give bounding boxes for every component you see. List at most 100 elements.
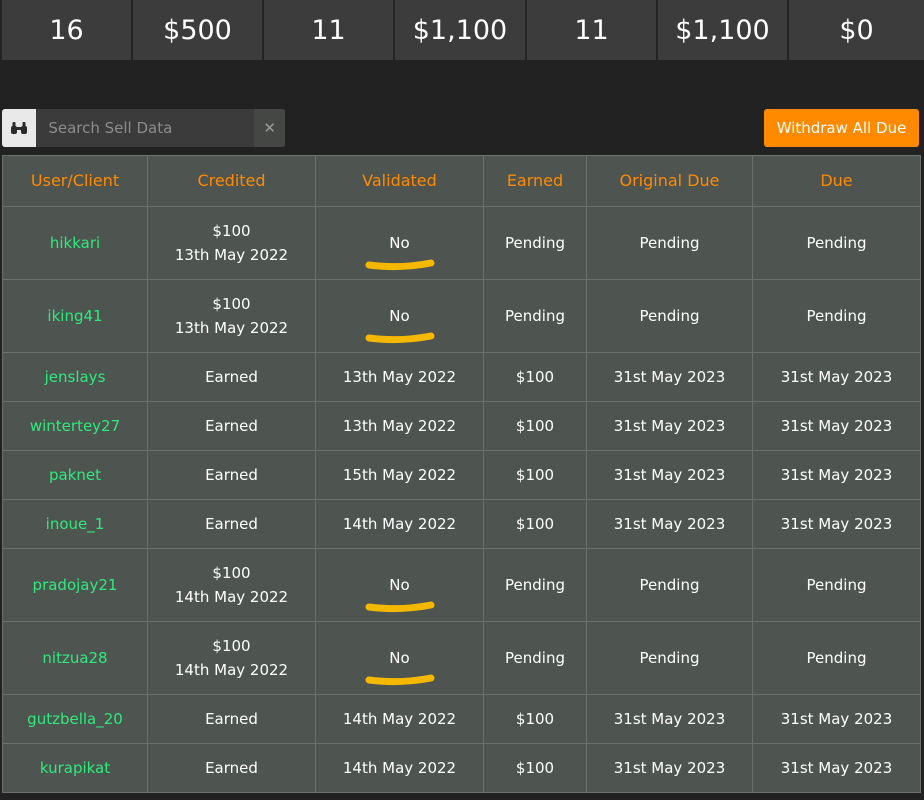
validated-value: No — [389, 234, 410, 252]
binoculars-icon — [11, 122, 28, 134]
stat-earned-amount: $1,100 — [656, 0, 787, 60]
validated-value: 13th May 2022 — [342, 368, 457, 386]
user-client-link[interactable]: hikkari — [2, 206, 148, 280]
validated-cell: 13th May 2022 — [315, 352, 484, 402]
credited-date: 14th May 2022 — [174, 661, 289, 679]
user-client-link[interactable]: jenslays — [2, 352, 148, 402]
original-due-cell: Pending — [586, 621, 753, 695]
user-client-link[interactable]: wintertey27 — [2, 401, 148, 451]
search-button[interactable] — [2, 109, 37, 147]
table-row: wintertey27 Earned 13th May 2022 $100 31st M… — [2, 401, 921, 451]
stat-earned-count: 11 — [525, 0, 656, 60]
original-due-cell: Pending — [586, 548, 753, 622]
highlight-underline — [365, 674, 434, 686]
credited-cell: Earned — [147, 743, 316, 793]
credited-cell: $100 14th May 2022 — [147, 548, 316, 622]
user-client-link[interactable]: paknet — [2, 450, 148, 500]
stat-total-credited: $500 — [131, 0, 262, 60]
column-header-original-due[interactable]: Original Due — [586, 155, 753, 207]
table-row: kurapikat Earned 14th May 2022 $100 31st May… — [2, 743, 921, 793]
credited-date: 13th May 2022 — [174, 246, 289, 264]
user-client-link[interactable]: pradojay21 — [2, 548, 148, 622]
credited-cell: $100 13th May 2022 — [147, 279, 316, 353]
clear-search-button[interactable]: ✕ — [254, 109, 285, 147]
earned-cell: $100 — [483, 694, 587, 744]
validated-value: 14th May 2022 — [342, 515, 457, 533]
validated-value: No — [389, 307, 410, 325]
credited-cell: Earned — [147, 450, 316, 500]
user-client-link[interactable]: nitzua28 — [2, 621, 148, 695]
earned-cell: Pending — [483, 621, 587, 695]
column-header-validated[interactable]: Validated — [315, 155, 484, 207]
credited-amount: Earned — [205, 759, 258, 777]
original-due-cell: 31st May 2023 — [586, 450, 753, 500]
table-row: iking41 $100 13th May 2022 No Pending Pending… — [2, 279, 921, 353]
search-input[interactable] — [36, 109, 255, 147]
due-cell: 31st May 2023 — [752, 401, 921, 451]
column-header-credited[interactable]: Credited — [147, 155, 316, 207]
due-cell: Pending — [752, 279, 921, 353]
search-bar: ✕ — [2, 109, 285, 147]
table-row: nitzua28 $100 14th May 2022 No Pending Pendin… — [2, 621, 921, 695]
highlight-underline — [365, 601, 434, 613]
due-cell: 31st May 2023 — [752, 450, 921, 500]
validated-value: 14th May 2022 — [342, 710, 457, 728]
user-name[interactable]: inoue_1 — [46, 515, 105, 533]
original-due-cell: 31st May 2023 — [586, 694, 753, 744]
credited-amount: Earned — [205, 368, 258, 386]
earned-cell: $100 — [483, 743, 587, 793]
earned-cell: Pending — [483, 548, 587, 622]
validated-cell: 15th May 2022 — [315, 450, 484, 500]
user-name[interactable]: nitzua28 — [42, 649, 107, 667]
column-header-user[interactable]: User/Client — [2, 155, 148, 207]
validated-cell: 14th May 2022 — [315, 694, 484, 744]
validated-value: 15th May 2022 — [342, 466, 457, 484]
credited-amount: Earned — [205, 466, 258, 484]
table-row: gutzbella_20 Earned 14th May 2022 $100 31st … — [2, 694, 921, 744]
user-name[interactable]: wintertey27 — [30, 417, 120, 435]
due-cell: Pending — [752, 548, 921, 622]
original-due-cell: 31st May 2023 — [586, 743, 753, 793]
user-client-link[interactable]: iking41 — [2, 279, 148, 353]
due-cell: 31st May 2023 — [752, 499, 921, 549]
user-name[interactable]: jenslays — [45, 368, 106, 386]
due-cell: Pending — [752, 206, 921, 280]
due-cell: 31st May 2023 — [752, 694, 921, 744]
original-due-cell: 31st May 2023 — [586, 352, 753, 402]
user-name[interactable]: pradojay21 — [33, 576, 118, 594]
close-icon: ✕ — [263, 119, 276, 137]
stat-validated-amount: $1,100 — [393, 0, 525, 60]
credited-amount: $100 — [212, 295, 251, 313]
credited-cell: Earned — [147, 352, 316, 402]
validated-cell: No — [315, 279, 484, 353]
credited-amount: Earned — [205, 710, 258, 728]
earned-cell: $100 — [483, 401, 587, 451]
validated-cell: 14th May 2022 — [315, 743, 484, 793]
original-due-cell: Pending — [586, 279, 753, 353]
validated-cell: No — [315, 621, 484, 695]
user-client-link[interactable]: kurapikat — [2, 743, 148, 793]
user-client-link[interactable]: gutzbella_20 — [2, 694, 148, 744]
earned-cell: $100 — [483, 352, 587, 402]
user-name[interactable]: iking41 — [47, 307, 102, 325]
withdraw-all-due-button[interactable]: Withdraw All Due — [764, 109, 919, 147]
validated-cell: No — [315, 206, 484, 280]
original-due-cell: 31st May 2023 — [586, 499, 753, 549]
user-client-link[interactable]: inoue_1 — [2, 499, 148, 549]
user-name[interactable]: paknet — [49, 466, 101, 484]
original-due-cell: 31st May 2023 — [586, 401, 753, 451]
stat-total-sales: 16 — [0, 0, 131, 60]
table-row: jenslays Earned 13th May 2022 $100 31st May … — [2, 352, 921, 402]
column-header-earned[interactable]: Earned — [483, 155, 587, 207]
user-name[interactable]: kurapikat — [40, 759, 110, 777]
earned-cell: $100 — [483, 499, 587, 549]
table-row: pradojay21 $100 14th May 2022 No Pending Pend… — [2, 548, 921, 622]
credited-date: 13th May 2022 — [174, 319, 289, 337]
validated-cell: 13th May 2022 — [315, 401, 484, 451]
column-header-due[interactable]: Due — [752, 155, 921, 207]
validated-cell: No — [315, 548, 484, 622]
user-name[interactable]: hikkari — [50, 234, 100, 252]
user-name[interactable]: gutzbella_20 — [27, 710, 123, 728]
credited-amount: $100 — [212, 564, 251, 582]
credited-amount: Earned — [205, 417, 258, 435]
